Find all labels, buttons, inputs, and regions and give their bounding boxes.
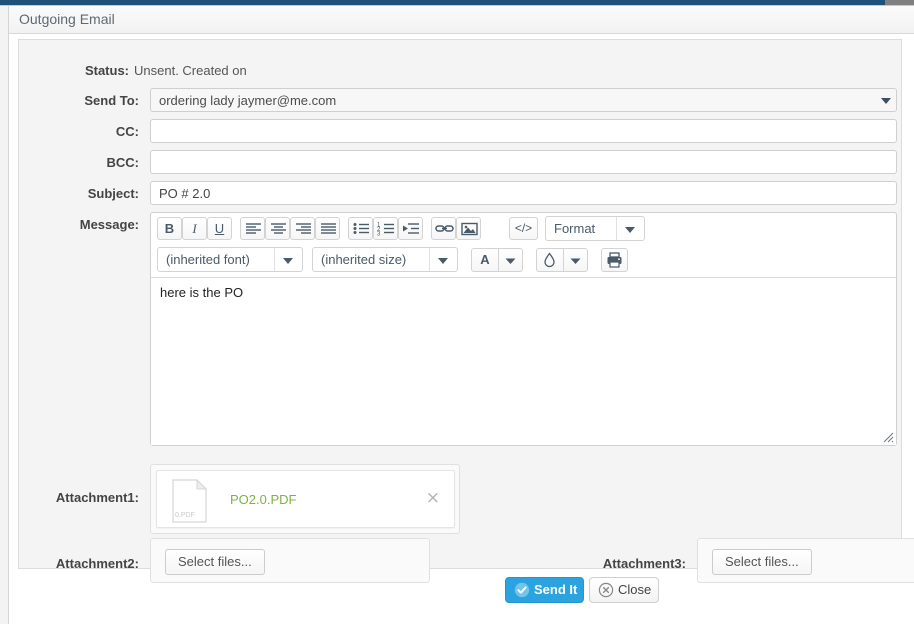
status-label: Status: [84, 63, 129, 78]
window-titlebar: Outgoing Email [9, 6, 914, 34]
message-label: Message: [79, 217, 139, 232]
link-icon[interactable] [431, 217, 456, 240]
align-center-icon[interactable] [265, 217, 290, 240]
attachment1-dropzone[interactable]: 0.PDF PO2.0.PDF × [150, 464, 460, 534]
underline-icon[interactable]: U [207, 217, 232, 240]
attachment1-file-name[interactable]: PO2.0.PDF [230, 492, 296, 507]
font-select-value: (inherited font) [166, 252, 250, 267]
italic-icon[interactable]: I [182, 217, 207, 240]
numbered-list-icon[interactable]: 123 [373, 217, 398, 240]
chevron-down-icon [438, 258, 448, 264]
email-form-panel: Status: Unsent. Created on Send To: CC: … [18, 39, 914, 583]
bullet-list-icon[interactable] [348, 217, 373, 240]
source-code-icon[interactable]: </> [509, 217, 538, 240]
attachment2-label: Attachment2: [55, 556, 139, 571]
attachment3-select-files-button[interactable]: Select files... [712, 549, 812, 575]
cc-label: CC: [115, 124, 139, 139]
subject-input[interactable] [150, 181, 897, 205]
send-to-label: Send To: [84, 93, 139, 108]
attachment1-remove-icon[interactable]: × [426, 490, 440, 507]
align-left-icon[interactable] [240, 217, 265, 240]
editor-toolbar-row-1: B I U 1 2 3 </> Format [151, 213, 896, 244]
background-color-dropdown[interactable] [563, 248, 588, 272]
editor-toolbar-row-2: (inherited font) (inherited size) A [151, 244, 896, 274]
send-it-label: Send It [534, 582, 578, 597]
left-scrollbar-strip[interactable] [0, 6, 9, 624]
cc-input[interactable] [150, 119, 897, 143]
send-to-dropdown-caret[interactable] [881, 98, 891, 104]
send-it-button[interactable]: Send It [505, 577, 584, 603]
format-select[interactable]: Format [545, 216, 645, 241]
size-select-value: (inherited size) [321, 252, 407, 267]
rich-text-editor: B I U 1 2 3 </> Format (inherited font) … [150, 212, 897, 446]
droplet-icon[interactable] [536, 248, 563, 272]
subject-label: Subject: [87, 186, 139, 201]
attachment3-label: Attachment3: [602, 556, 686, 571]
svg-text:3: 3 [377, 232, 381, 238]
close-label: Close [618, 582, 652, 597]
message-body-text: here is the PO [160, 285, 244, 300]
page-title: Outgoing Email [19, 11, 115, 27]
printer-icon[interactable] [601, 248, 628, 272]
text-color-dropdown[interactable] [498, 248, 523, 272]
status-value: Unsent. Created on [134, 63, 247, 78]
message-body[interactable]: here is the PO [151, 277, 896, 445]
indent-icon[interactable] [398, 217, 423, 240]
image-icon[interactable] [456, 217, 481, 240]
close-circle-icon [598, 582, 614, 598]
format-select-value: Format [554, 221, 596, 236]
bcc-input[interactable] [150, 150, 897, 174]
send-to-input[interactable] [150, 88, 897, 112]
chevron-down-icon [625, 227, 635, 233]
resize-grip[interactable] [883, 432, 894, 443]
bcc-label: BCC: [106, 155, 140, 170]
check-circle-icon [514, 582, 530, 598]
pdf-file-icon: 0.PDF [171, 479, 209, 523]
font-select[interactable]: (inherited font) [157, 247, 303, 272]
pdf-icon-caption: 0.PDF [175, 512, 195, 519]
close-button[interactable]: Close [589, 577, 659, 603]
chevron-down-icon [283, 258, 293, 264]
window-content: Status: Unsent. Created on Send To: CC: … [9, 34, 914, 624]
text-color-icon[interactable]: A [471, 248, 498, 272]
bold-icon[interactable]: B [157, 217, 182, 240]
outgoing-email-window: Outgoing Email Status: Unsent. Created o… [0, 0, 914, 624]
attachment2-dropzone[interactable]: Select files... [150, 538, 430, 583]
attachment1-file-card[interactable]: 0.PDF PO2.0.PDF × [156, 470, 455, 528]
align-right-icon[interactable] [290, 217, 315, 240]
attachment1-label: Attachment1: [55, 490, 139, 505]
attachment3-dropzone[interactable]: Select files... [697, 538, 914, 583]
size-select[interactable]: (inherited size) [312, 247, 458, 272]
attachment2-select-files-button[interactable]: Select files... [165, 549, 265, 575]
align-justify-icon[interactable] [315, 217, 340, 240]
